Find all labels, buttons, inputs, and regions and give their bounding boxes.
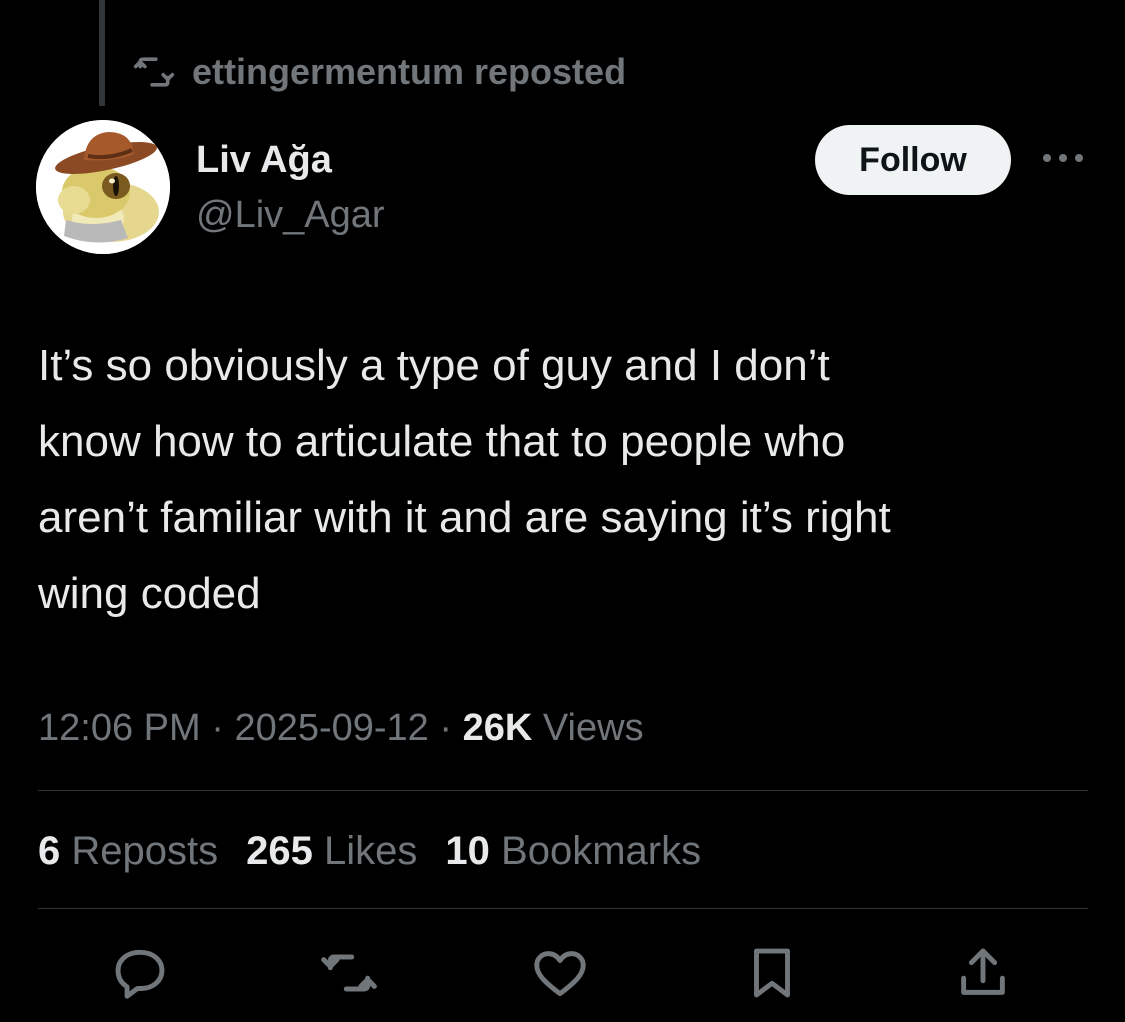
reposts-stat[interactable]: 6 Reposts [38, 826, 218, 876]
bookmark-button[interactable] [737, 940, 807, 1010]
bookmarks-label: Bookmarks [501, 829, 702, 873]
reply-icon [109, 942, 171, 1009]
bookmark-icon [741, 942, 803, 1009]
views-count: 26K [462, 707, 533, 749]
author-name[interactable]: Liv Ağa [196, 138, 332, 182]
repost-button[interactable] [314, 940, 384, 1010]
share-icon [952, 942, 1014, 1009]
more-horizontal-icon [1041, 151, 1085, 169]
reposts-label: Reposts [71, 829, 219, 873]
more-options-button[interactable] [1038, 140, 1088, 180]
tweet-time[interactable]: 12:06 PM [38, 707, 201, 749]
bookmarks-stat[interactable]: 10 Bookmarks [445, 826, 701, 876]
tweet-meta: 12:06 PM · 2025-09-12 · 26K Views [38, 704, 644, 752]
author-handle[interactable]: @Liv_Agar [196, 193, 385, 237]
avatar[interactable] [36, 120, 170, 254]
like-button[interactable] [525, 940, 595, 1010]
action-bar [0, 940, 1125, 1010]
repost-icon [317, 941, 381, 1010]
meta-separator: · [439, 707, 453, 749]
reply-button[interactable] [105, 940, 175, 1010]
follow-button[interactable]: Follow [815, 125, 1011, 195]
meta-separator: · [211, 707, 224, 749]
thread-connector-line [99, 0, 105, 106]
likes-label: Likes [324, 829, 418, 873]
repost-banner-text: ettingermentum reposted [192, 51, 627, 92]
like-icon [529, 942, 591, 1009]
repost-icon [132, 50, 176, 94]
divider [38, 790, 1088, 791]
share-button[interactable] [948, 940, 1018, 1010]
views-label: Views [542, 707, 644, 749]
repost-banner[interactable]: ettingermentum reposted [132, 50, 626, 94]
likes-stat[interactable]: 265 Likes [246, 826, 417, 876]
tweet-date[interactable]: 2025-09-12 [234, 707, 428, 749]
divider [38, 908, 1088, 909]
reposts-count: 6 [38, 829, 61, 873]
engagement-stats: 6 Reposts 265 Likes 10 Bookmarks [38, 826, 729, 876]
likes-count: 265 [246, 829, 313, 873]
tweet-text: It’s so obviously a type of guy and I do… [38, 341, 891, 618]
bookmarks-count: 10 [445, 829, 490, 873]
